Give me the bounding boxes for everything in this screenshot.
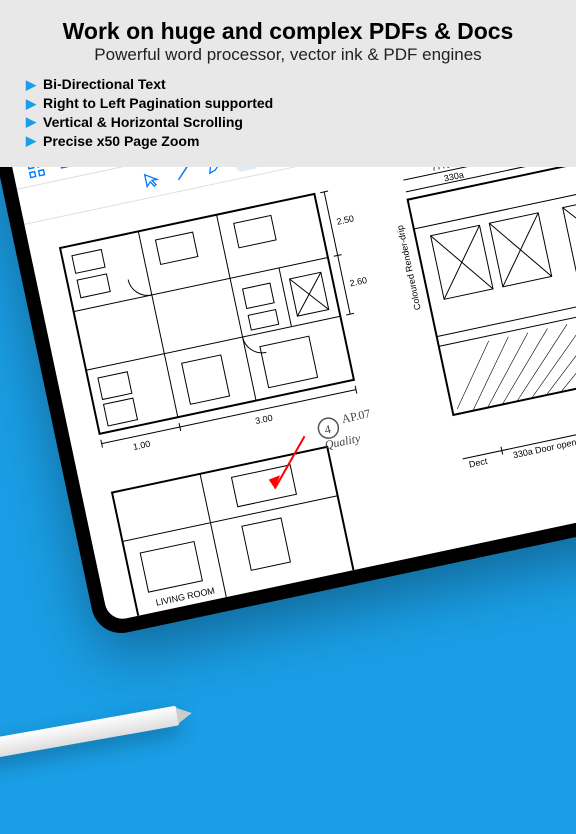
svg-text:AP.07: AP.07 [340,406,371,426]
pointer-tool[interactable] [139,166,165,192]
triangle-icon: ▶ [26,113,36,131]
svg-text:Dect: Dect [468,456,489,470]
marketing-panel: Work on huge and complex PDFs & Docs Pow… [0,0,576,167]
svg-text:330a: 330a [443,170,465,184]
svg-text:2.60: 2.60 [349,275,368,288]
svg-text:330a Door open: 330a Door open [512,437,576,460]
feature-item: ▶Bi-Directional Text [26,75,556,94]
triangle-icon: ▶ [26,95,36,113]
floor-plan-left [60,194,354,434]
marketing-title: Work on huge and complex PDFs & Docs [20,18,556,45]
floor-plan-lower: LIVING ROOM [112,447,356,622]
triangle-icon: ▶ [26,132,36,150]
svg-text:3.00: 3.00 [254,413,273,426]
svg-text:1.00: 1.00 [132,439,151,452]
feature-item: ▶Precise x50 Page Zoom [26,132,556,151]
marketing-subtitle: Powerful word processor, vector ink & PD… [20,45,556,65]
svg-text:2.50: 2.50 [336,213,355,226]
feature-list: ▶Bi-Directional Text ▶Right to Left Pagi… [20,75,556,151]
feature-item: ▶Right to Left Pagination supported [26,94,556,113]
svg-text:Coloured Render-drip: Coloured Render-drip [395,224,423,311]
triangle-icon: ▶ [26,76,36,94]
feature-item: ▶Vertical & Horizontal Scrolling [26,113,556,132]
svg-text:4: 4 [323,422,332,437]
